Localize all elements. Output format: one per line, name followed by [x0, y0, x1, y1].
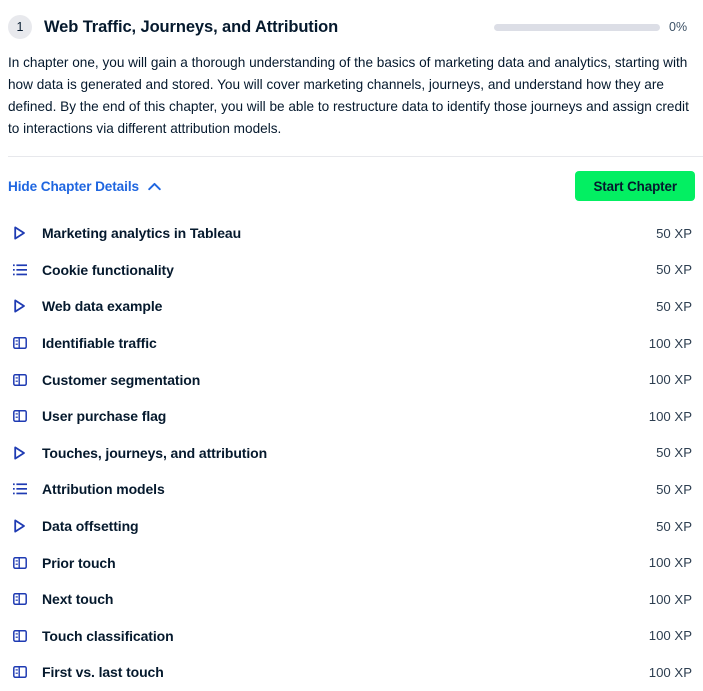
- exercise-xp: 100 XP: [648, 664, 692, 680]
- exercise-title: Cookie functionality: [42, 261, 174, 278]
- progress-bar-track: [494, 23, 660, 31]
- exercise-title: Marketing analytics in Tableau: [42, 225, 242, 242]
- list-icon: [8, 483, 30, 495]
- exercise-xp: 100 XP: [648, 555, 692, 571]
- chevron-up-icon: [148, 182, 161, 191]
- exercise-row[interactable]: Web data example 50 XP: [8, 288, 695, 325]
- start-chapter-button[interactable]: Start Chapter: [575, 171, 695, 201]
- exercise-list: Marketing analytics in Tableau 50 XP Cooki…: [8, 215, 695, 691]
- exercise-xp: 50 XP: [656, 298, 692, 314]
- exercise-row[interactable]: Data offsetting 50 XP: [8, 508, 695, 545]
- chapter-title: Web Traffic, Journeys, and Attribution: [44, 17, 339, 36]
- exercise-title: First vs. last touch: [42, 664, 164, 681]
- exercise-title: User purchase flag: [42, 408, 167, 425]
- exercise-title: Data offsetting: [42, 518, 139, 535]
- split-pane-icon: [8, 629, 30, 642]
- exercise-row[interactable]: Attribution models 50 XP: [8, 471, 695, 508]
- chapter-progress: 0%: [494, 20, 695, 34]
- play-icon: [8, 519, 30, 533]
- exercise-title: Identifiable traffic: [42, 335, 157, 352]
- exercise-title: Prior touch: [42, 554, 116, 571]
- split-pane-icon: [8, 337, 30, 350]
- exercise-xp: 50 XP: [656, 518, 692, 534]
- exercise-xp: 50 XP: [656, 262, 692, 278]
- exercise-title: Touch classification: [42, 627, 174, 644]
- split-pane-icon: [8, 410, 30, 423]
- split-pane-icon: [8, 666, 30, 679]
- list-icon: [8, 264, 30, 276]
- play-icon: [8, 226, 30, 240]
- exercise-xp: 50 XP: [656, 481, 692, 497]
- play-icon: [8, 446, 30, 460]
- exercise-row[interactable]: Customer segmentation 100 XP: [8, 361, 695, 398]
- exercise-title: Touches, journeys, and attribution: [42, 444, 268, 461]
- chapter-description: In chapter one, you will gain a thorough…: [8, 55, 689, 136]
- exercise-row[interactable]: Prior touch 100 XP: [8, 544, 695, 581]
- exercise-xp: 100 XP: [648, 335, 692, 351]
- progress-percent-label: 0%: [669, 20, 688, 34]
- exercise-row[interactable]: First vs. last touch 100 XP: [8, 654, 695, 691]
- exercise-row[interactable]: User purchase flag 100 XP: [8, 398, 695, 435]
- play-icon: [8, 299, 30, 313]
- split-pane-icon: [8, 593, 30, 606]
- exercise-row[interactable]: Identifiable traffic 100 XP: [8, 325, 695, 362]
- exercise-xp: 50 XP: [656, 225, 692, 241]
- split-pane-icon: [8, 373, 30, 386]
- exercise-xp: 50 XP: [656, 445, 692, 461]
- chapter-number-badge: 1: [8, 15, 32, 39]
- split-pane-icon: [8, 556, 30, 569]
- exercise-row[interactable]: Marketing analytics in Tableau 50 XP: [8, 215, 695, 252]
- exercise-xp: 100 XP: [648, 372, 692, 388]
- exercise-title: Attribution models: [42, 481, 165, 498]
- exercise-xp: 100 XP: [648, 591, 692, 607]
- toggle-details-label: Hide Chapter Details: [8, 178, 139, 194]
- exercise-row[interactable]: Next touch 100 XP: [8, 581, 695, 618]
- exercise-row[interactable]: Touch classification 100 XP: [8, 618, 695, 655]
- exercise-title: Next touch: [42, 591, 114, 608]
- exercise-xp: 100 XP: [648, 408, 692, 424]
- exercise-title: Web data example: [42, 298, 163, 315]
- chapter-header: 1 Web Traffic, Journeys, and Attribution…: [8, 0, 695, 46]
- exercise-row[interactable]: Cookie functionality 50 XP: [8, 252, 695, 289]
- exercise-title: Customer segmentation: [42, 371, 201, 388]
- exercise-row[interactable]: Touches, journeys, and attribution 50 XP: [8, 435, 695, 472]
- chapter-panel: 1 Web Traffic, Journeys, and Attribution…: [0, 0, 703, 691]
- exercise-xp: 100 XP: [648, 628, 692, 644]
- chapter-controls: Hide Chapter Details Start Chapter: [8, 157, 695, 215]
- hide-chapter-details-toggle[interactable]: Hide Chapter Details: [8, 179, 161, 194]
